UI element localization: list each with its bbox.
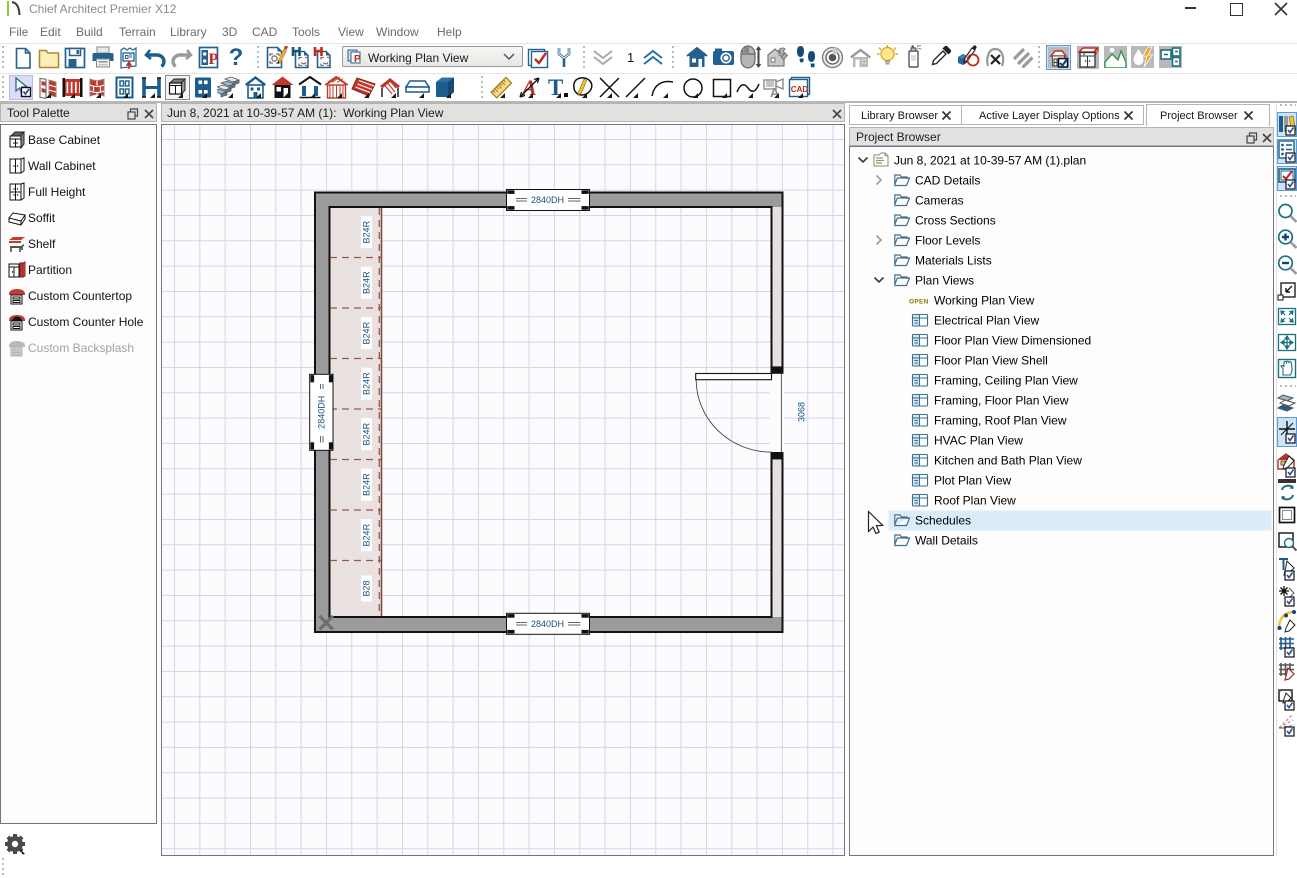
svg-text:2840DH: 2840DH	[531, 195, 564, 205]
svg-text:Plot Plan View: Plot Plan View	[934, 474, 1011, 488]
svg-text:B24R: B24R	[362, 523, 372, 546]
svg-text:Cross Sections: Cross Sections	[915, 214, 996, 228]
svg-text:Floor Plan View Shell: Floor Plan View Shell	[934, 354, 1048, 368]
svg-text:Working Plan View: Working Plan View	[934, 294, 1035, 308]
svg-text:Kitchen and Bath Plan View: Kitchen and Bath Plan View	[934, 454, 1082, 468]
svg-text:Materials Lists: Materials Lists	[915, 254, 992, 268]
svg-text:Wall Details: Wall Details	[915, 534, 978, 548]
svg-text:Cameras: Cameras	[915, 194, 964, 208]
svg-text:CAD: CAD	[791, 85, 809, 94]
svg-text:P: P	[354, 54, 361, 65]
svg-text:B24R: B24R	[362, 372, 372, 395]
svg-text:CAD Details: CAD Details	[915, 174, 980, 188]
svg-text:Framing, Roof Plan View: Framing, Roof Plan View	[934, 414, 1067, 428]
svg-text:2840DH: 2840DH	[531, 619, 564, 629]
svg-text:3068: 3068	[797, 402, 807, 422]
svg-text:Schedules: Schedules	[915, 514, 971, 528]
svg-text:B24R: B24R	[362, 321, 372, 344]
svg-text:T: T	[548, 76, 563, 100]
svg-text:Floor Levels: Floor Levels	[915, 234, 980, 248]
svg-text:OPEN: OPEN	[909, 299, 929, 306]
svg-text:B24R: B24R	[362, 473, 372, 496]
svg-text:P: P	[209, 51, 219, 68]
svg-text:Framing, Floor Plan View: Framing, Floor Plan View	[934, 394, 1069, 408]
svg-text:Roof Plan View: Roof Plan View	[934, 494, 1016, 508]
svg-text:B24R: B24R	[362, 271, 372, 294]
svg-text:B24R: B24R	[362, 220, 372, 243]
svg-text:B28: B28	[362, 580, 372, 596]
svg-text:Floor Plan View Dimensioned: Floor Plan View Dimensioned	[934, 334, 1091, 348]
svg-text:2840DH: 2840DH	[317, 396, 327, 429]
svg-text:HVAC Plan View: HVAC Plan View	[934, 434, 1023, 448]
svg-text:Jun 8, 2021 at 10-39-57 AM (1): Jun 8, 2021 at 10-39-57 AM (1).plan	[894, 154, 1086, 168]
svg-text:?: ?	[229, 45, 244, 69]
svg-text:B24R: B24R	[362, 422, 372, 445]
svg-text:Electrical Plan View: Electrical Plan View	[934, 314, 1039, 328]
svg-text:Plan Views: Plan Views	[915, 274, 974, 288]
svg-text:A: A	[770, 85, 780, 99]
svg-text:Framing, Ceiling Plan View: Framing, Ceiling Plan View	[934, 374, 1078, 388]
